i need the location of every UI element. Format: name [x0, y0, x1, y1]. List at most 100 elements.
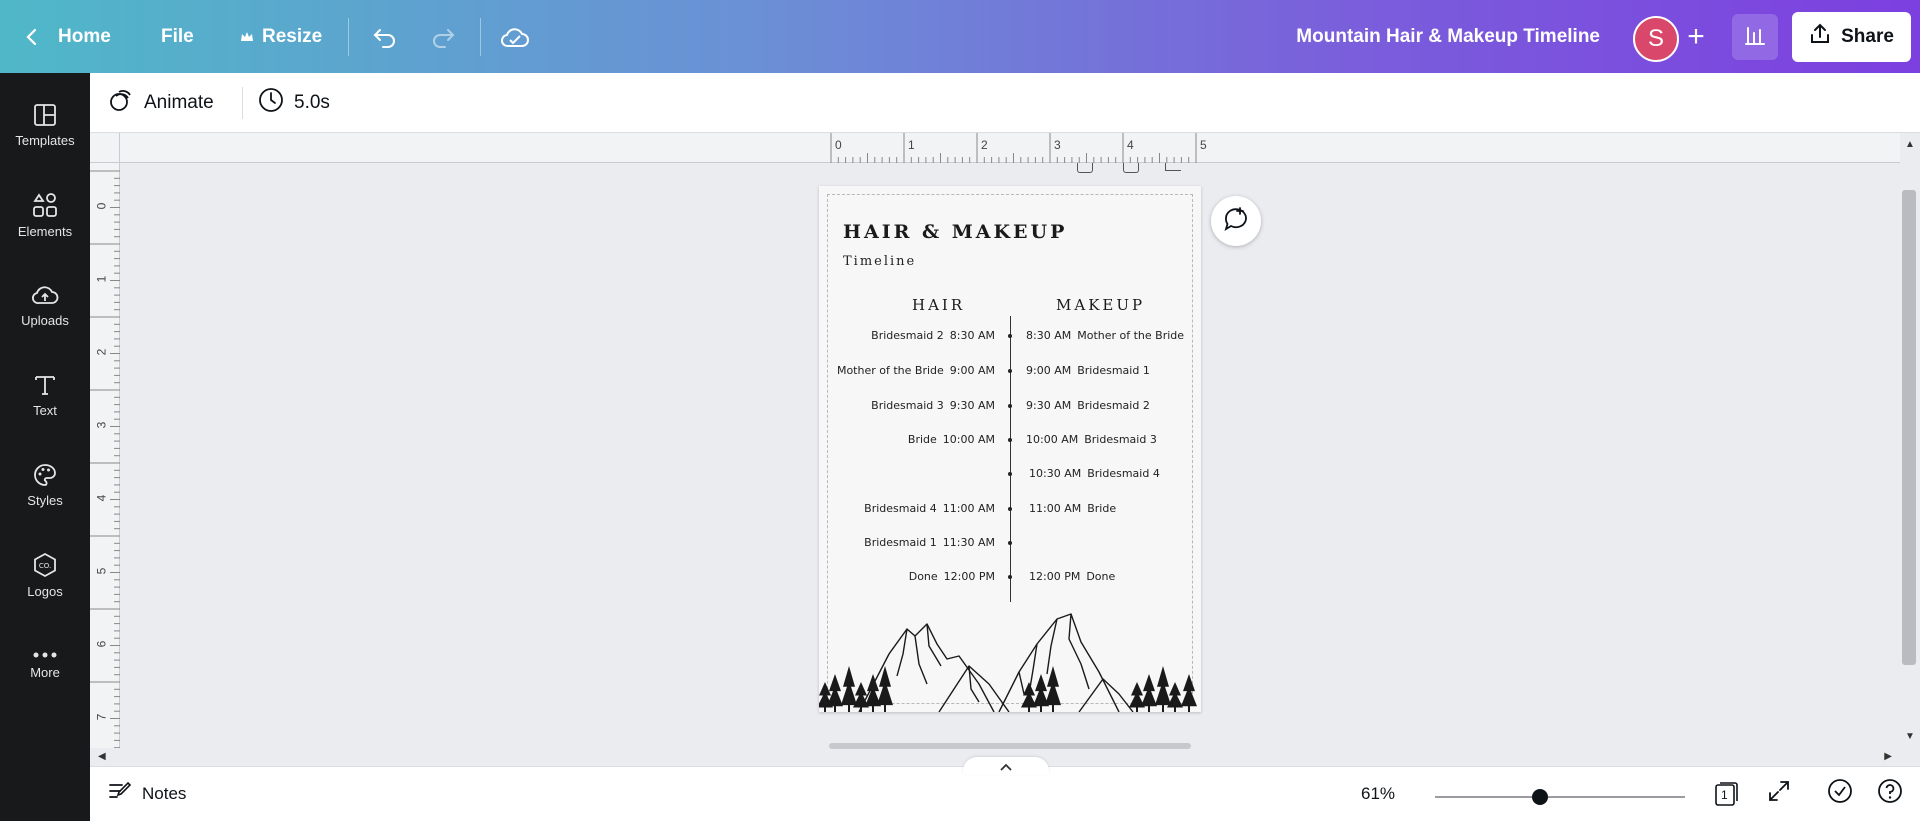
hair-row[interactable]: Bridesmaid 2 8:30 AM: [871, 329, 995, 342]
hair-row[interactable]: Bridesmaid 3 9:30 AM: [871, 399, 995, 412]
zoom-percent[interactable]: 61%: [1361, 766, 1395, 821]
add-comment-button[interactable]: [1211, 196, 1261, 246]
timeline-dot: [1008, 334, 1012, 338]
resize-button[interactable]: Resize: [240, 0, 322, 73]
zoom-slider-track[interactable]: [1435, 796, 1685, 798]
sidebar-item-templates[interactable]: Templates: [0, 85, 90, 165]
guide-handle[interactable]: [1123, 163, 1139, 173]
animate-label: Animate: [144, 92, 214, 113]
share-button[interactable]: Share: [1792, 12, 1911, 62]
sidebar-item-styles[interactable]: Styles: [0, 445, 90, 525]
makeup-row[interactable]: 10:00 AM Bridesmaid 3: [1026, 433, 1157, 446]
hair-row[interactable]: Bride 10:00 AM: [908, 433, 995, 446]
hair-name: Bridesmaid 3: [871, 399, 944, 412]
sidebar-item-label: Styles: [27, 492, 63, 508]
ruler-label: 1: [908, 138, 915, 152]
sidebar-item-uploads[interactable]: Uploads: [0, 265, 90, 345]
sidebar-item-text[interactable]: Text: [0, 355, 90, 435]
horizontal-ruler[interactable]: 0 1 2 3 4 5: [120, 133, 1900, 163]
sidebar-item-label: Elements: [17, 223, 73, 239]
page-count: 1: [1721, 787, 1728, 802]
timeline-dot: [1008, 507, 1012, 511]
svg-text:CO.: CO.: [39, 562, 51, 570]
cloud-save-button[interactable]: [500, 0, 530, 73]
makeup-heading[interactable]: MAKEUP: [1056, 296, 1145, 314]
page-count-button[interactable]: 1: [1713, 766, 1739, 821]
insights-button[interactable]: [1732, 14, 1778, 60]
undo-button[interactable]: [372, 0, 398, 73]
hair-time: 12:00 PM: [943, 570, 995, 583]
vertical-ruler[interactable]: 0 1 2 3 4 5 6 7: [90, 163, 120, 748]
design-page[interactable]: HAIR & MAKEUP Timeline HAIR MAKEUP Bride…: [819, 186, 1201, 712]
makeup-time: 10:00 AM: [1026, 433, 1079, 446]
design-title[interactable]: HAIR & MAKEUP: [843, 221, 1067, 243]
animate-button[interactable]: Animate: [108, 73, 214, 133]
vertical-scroll-thumb[interactable]: [1902, 190, 1916, 665]
hair-row[interactable]: Bridesmaid 1 11:30 AM: [864, 536, 995, 549]
help-button[interactable]: [1877, 766, 1903, 821]
makeup-time: 9:30 AM: [1026, 399, 1072, 412]
duration-button[interactable]: 5.0s: [258, 73, 330, 133]
sidebar-item-logos[interactable]: CO. Logos: [0, 535, 90, 615]
scroll-up-icon[interactable]: ▲: [1905, 139, 1915, 150]
makeup-row[interactable]: 9:00 AM Bridesmaid 1: [1026, 364, 1150, 377]
scroll-right-icon[interactable]: ▶: [1884, 751, 1892, 762]
home-label: Home: [58, 25, 111, 47]
ruler-label: 5: [94, 567, 109, 575]
left-sidebar: Templates Elements Uploads Text Styles C…: [0, 73, 90, 821]
expand-icon: [1767, 779, 1791, 808]
makeup-row[interactable]: 10:30 AM Bridesmaid 4: [1029, 467, 1160, 480]
fullscreen-button[interactable]: [1767, 766, 1791, 821]
guide-handle[interactable]: [1165, 163, 1181, 171]
timeline-dot: [1008, 369, 1012, 373]
more-icon: [32, 651, 58, 659]
check-button[interactable]: [1827, 766, 1853, 821]
zoom-slider-handle[interactable]: [1532, 789, 1548, 805]
redo-button[interactable]: [430, 0, 456, 73]
makeup-row[interactable]: 9:30 AM Bridesmaid 2: [1026, 399, 1150, 412]
file-menu-button[interactable]: File: [161, 0, 194, 73]
design-subtitle[interactable]: Timeline: [843, 254, 916, 269]
hair-name: Mother of the Bride: [836, 364, 944, 377]
add-collaborator-button[interactable]: +: [1679, 20, 1713, 54]
guide-handle[interactable]: [1077, 163, 1093, 173]
scroll-down-icon[interactable]: ▼: [1905, 731, 1915, 742]
context-toolbar: Animate 5.0s: [90, 73, 1920, 133]
makeup-name: Done: [1086, 570, 1116, 583]
mountain-illustration[interactable]: [819, 584, 1201, 712]
cloud-check-icon: [500, 26, 530, 48]
divider: [480, 18, 481, 56]
hair-row[interactable]: Mother of the Bride 9:00 AM: [837, 364, 995, 377]
home-button[interactable]: Home: [22, 0, 111, 73]
scroll-left-icon[interactable]: ◀: [98, 751, 106, 762]
hair-row[interactable]: Done 12:00 PM: [909, 570, 995, 583]
share-label: Share: [1841, 26, 1894, 47]
ruler-ticks: [830, 133, 1197, 163]
sidebar-item-elements[interactable]: Elements: [0, 175, 90, 255]
sidebar-item-label: More: [30, 664, 60, 680]
help-icon: [1877, 778, 1903, 809]
horizontal-scroll-thumb[interactable]: [829, 743, 1191, 749]
makeup-name: Bridesmaid 2: [1077, 399, 1150, 412]
notes-button[interactable]: Notes: [108, 766, 186, 821]
makeup-row[interactable]: 8:30 AM Mother of the Bride: [1026, 329, 1184, 342]
show-pages-button[interactable]: [963, 757, 1049, 775]
top-bar: Home File Resize Mountain Hair & Makeup …: [0, 0, 1920, 73]
makeup-row[interactable]: 11:00 AM Bride: [1029, 502, 1116, 515]
hair-name: Bridesmaid 1: [864, 536, 937, 549]
elements-icon: [32, 192, 58, 218]
hair-row[interactable]: Bridesmaid 4 11:00 AM: [864, 502, 995, 515]
check-circle-icon: [1827, 778, 1853, 809]
makeup-time: 10:30 AM: [1029, 467, 1082, 480]
ruler-label: 3: [1054, 138, 1061, 152]
chevron-left-icon: [22, 27, 42, 47]
makeup-row[interactable]: 12:00 PM Done: [1029, 570, 1115, 583]
clock-icon: [258, 87, 284, 119]
hair-name: Bridesmaid 2: [871, 329, 944, 342]
avatar[interactable]: S: [1633, 16, 1679, 62]
document-title[interactable]: Mountain Hair & Makeup Timeline: [1296, 0, 1600, 73]
ruler-label: 5: [1200, 138, 1207, 152]
sidebar-item-more[interactable]: More: [0, 625, 90, 705]
hair-heading[interactable]: HAIR: [912, 296, 965, 314]
makeup-time: 12:00 PM: [1029, 570, 1081, 583]
